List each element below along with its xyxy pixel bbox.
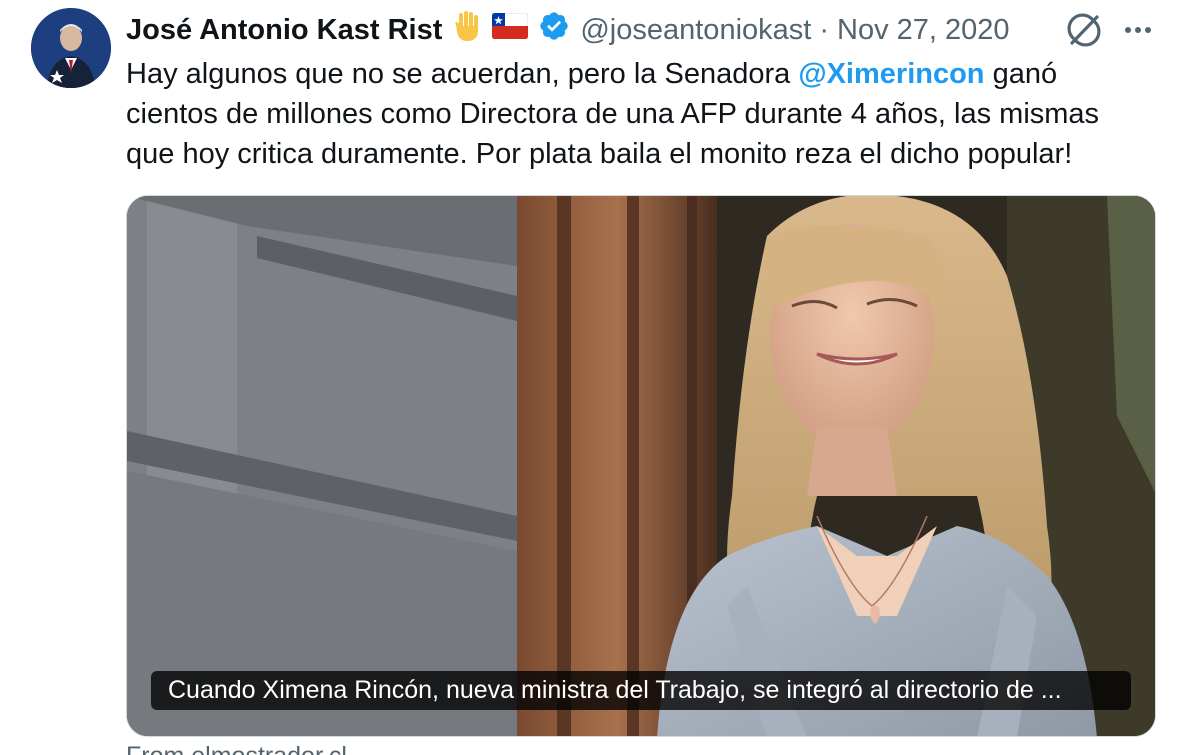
verified-badge-icon — [538, 10, 570, 50]
separator-dot: · — [819, 13, 829, 46]
text-segment: Hay algunos que no se acuerdan, pero la … — [126, 58, 799, 90]
mention-link[interactable]: @Ximerincon — [798, 58, 984, 90]
tweet: José Antonio Kast Rist @joseantoniokast … — [0, 0, 1200, 755]
tweet-text: Hay algunos que no se acuerdan, pero la … — [126, 54, 1176, 174]
avatar[interactable] — [31, 8, 111, 88]
tweet-text-line-2: cientos de millones como Directora de un… — [126, 98, 1100, 130]
more-options-icon[interactable] — [1120, 12, 1156, 48]
tweet-text-line-1: Hay algunos que no se acuerdan, pero la … — [126, 54, 1176, 94]
author-handle[interactable]: @joseantoniokast — [580, 14, 811, 47]
tweet-date[interactable]: Nov 27, 2020 — [837, 14, 1010, 47]
chile-flag-icon — [491, 12, 529, 47]
author-name[interactable]: José Antonio Kast Rist — [126, 14, 442, 47]
text-segment: ganó — [984, 58, 1058, 90]
raised-hand-icon — [452, 10, 482, 50]
link-card-caption[interactable]: Cuando Ximena Rincón, nueva ministra del… — [151, 671, 1131, 710]
link-card-source[interactable]: From elmostrador.cl — [126, 742, 347, 755]
grok-icon[interactable] — [1064, 10, 1104, 50]
tweet-text-line-3: que hoy critica duramente. Por plata bai… — [126, 138, 1073, 170]
tweet-header: José Antonio Kast Rist @joseantoniokast … — [126, 10, 1010, 50]
link-card-image[interactable] — [126, 195, 1156, 737]
